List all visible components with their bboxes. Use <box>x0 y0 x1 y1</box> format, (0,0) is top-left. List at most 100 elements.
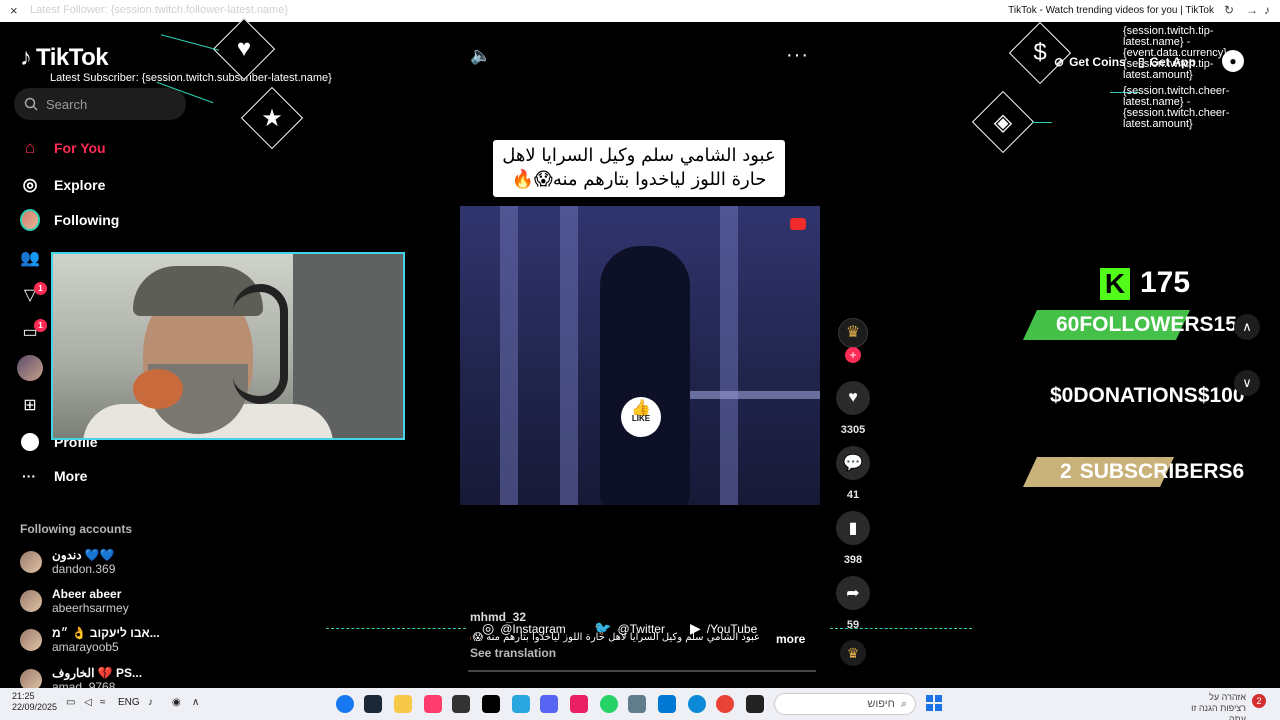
tiktok-small-icon: ♪ <box>1264 3 1270 17</box>
gem-icon: ◈ <box>993 108 1013 136</box>
following-accounts-title: Following accounts <box>20 522 133 536</box>
nav-following[interactable]: Following <box>20 209 120 231</box>
cheer-latest-overlay: {session.twitch.cheer-latest.name} - {se… <box>1123 85 1230 130</box>
search-icon <box>24 97 38 111</box>
search-icon: ⌕ <box>900 697 907 710</box>
follow-plus-icon[interactable]: + <box>845 347 861 363</box>
save-button[interactable]: ▮ <box>836 511 870 545</box>
edge-icon[interactable] <box>688 695 706 713</box>
goal-current: 2 <box>1060 460 1072 483</box>
chrome-icon[interactable] <box>716 695 734 713</box>
facebook-icon[interactable] <box>336 695 354 713</box>
chevron-up-icon[interactable]: ∧ <box>1234 314 1260 340</box>
window-title: TikTok - Watch trending videos for you |… <box>1008 5 1214 16</box>
app-icon[interactable] <box>512 695 530 713</box>
account-name: الخاروف 💔 PS... <box>52 666 143 680</box>
app-tray-icon[interactable]: ◉ <box>172 697 181 708</box>
app-icon[interactable] <box>570 695 588 713</box>
windows-start-icon[interactable] <box>926 695 942 711</box>
video-like-overlay[interactable]: 👍 LIKE <box>621 397 661 437</box>
get-coins-button[interactable]: ⊘ Get Coins <box>1054 55 1126 69</box>
nav-label: For You <box>54 140 106 156</box>
music-disc-avatar[interactable]: ♛ <box>840 640 866 666</box>
account-handle: dandon.369 <box>52 562 116 576</box>
speaker-icon[interactable]: ◁ <box>84 697 92 708</box>
activity-badge: 1 <box>34 282 47 295</box>
share-button[interactable]: ➦ <box>836 576 870 610</box>
obs-icon[interactable] <box>452 695 470 713</box>
creator-avatar[interactable]: ♛ <box>838 318 868 348</box>
kick-viewer-count: 175 <box>1140 266 1191 299</box>
see-translation-link[interactable]: See translation <box>470 646 556 660</box>
like-count: 3305 <box>840 424 866 436</box>
video-progress-bar[interactable] <box>468 670 816 672</box>
live-avatar-icon[interactable] <box>17 355 43 381</box>
nav-label: More <box>54 468 88 484</box>
forward-icon[interactable]: → <box>1246 3 1258 17</box>
logo-text: TikTok <box>36 44 109 71</box>
app-icon[interactable] <box>658 695 676 713</box>
file-explorer-icon[interactable] <box>394 695 412 713</box>
chevron-down-icon[interactable]: ∨ <box>1234 370 1260 396</box>
network-icon[interactable]: ▭ <box>66 697 75 708</box>
account-name: Abeer abeer <box>52 587 122 601</box>
subscribers-goal: 2 SUBSCRIBERS 6 <box>1023 457 1262 487</box>
taskbar-search-label: חיפוש <box>867 698 895 710</box>
taskbar-search[interactable]: חיפוש ⌕ <box>774 693 916 715</box>
account-item[interactable]: دندون 💙💙 dandon.369 <box>20 548 115 576</box>
nav-more[interactable]: ··· More <box>22 468 87 484</box>
tiktok-note-icon: ♪ <box>20 44 32 71</box>
heart-icon: ♥ <box>848 389 858 406</box>
webcam-headset <box>233 284 288 404</box>
clock-time: 21:25 <box>12 691 35 701</box>
tip-latest-overlay: {session.twitch.tip-latest.name} - {even… <box>1123 25 1227 81</box>
overlay-dash-line <box>326 628 466 630</box>
whatsapp-icon[interactable] <box>600 695 618 713</box>
close-icon[interactable]: × <box>10 3 18 18</box>
friends-icon[interactable]: 👥 <box>20 248 40 268</box>
steam-icon[interactable] <box>364 695 382 713</box>
notification-badge[interactable]: 2 <box>1252 694 1266 708</box>
video-beam <box>560 206 578 505</box>
terminal-icon[interactable] <box>746 695 764 713</box>
volume-icon[interactable]: 🔈 <box>470 46 491 66</box>
ghost-url-text: Latest Follower: {session.twitch.followe… <box>30 4 289 16</box>
avatar <box>20 551 42 573</box>
reload-icon[interactable]: ↻ <box>1224 3 1234 17</box>
app-icon[interactable] <box>424 695 442 713</box>
heart-icon: ♥ <box>236 35 252 62</box>
wifi-icon[interactable]: ≈ <box>100 697 106 708</box>
description-more-link[interactable]: more <box>776 632 805 646</box>
tiktok-taskbar-icon[interactable] <box>482 695 500 713</box>
nav-for-you[interactable]: ⌂ For You <box>20 138 106 158</box>
input-language[interactable]: ENG <box>118 697 140 708</box>
video-description: عبود الشامي سلم وكيل السرايا لاهل حارة ا… <box>470 632 760 643</box>
video-player[interactable] <box>460 206 820 505</box>
like-button[interactable]: ♥ <box>836 381 870 415</box>
overlay-line <box>160 34 220 51</box>
like-label: LIKE <box>631 414 651 423</box>
upload-icon[interactable]: ⊞ <box>20 395 40 415</box>
account-item[interactable]: Abeer abeer abeerhsarmey <box>20 587 129 615</box>
account-handle: abeerhsarmey <box>52 601 129 615</box>
video-caption: عبود الشامي سلم وكيل السرايا لاهل حارة ا… <box>493 140 785 197</box>
more-options-icon[interactable]: ··· <box>786 44 809 67</box>
profile-icon <box>20 432 40 452</box>
video-rail <box>670 391 820 399</box>
comment-button[interactable]: 💬 <box>836 446 870 480</box>
tray-chevron-icon[interactable]: ∧ <box>192 697 199 708</box>
browser-title-bar: × Latest Follower: {session.twitch.follo… <box>0 0 1280 22</box>
kick-logo-icon: K <box>1100 268 1130 300</box>
video-beam <box>500 206 518 505</box>
mic-icon[interactable]: ♪ <box>148 697 153 708</box>
nav-explore[interactable]: ◎ Explore <box>20 175 106 195</box>
calculator-icon[interactable] <box>628 695 646 713</box>
account-item[interactable]: אבו ליעקוב 👌 ״מ... amarayoob5 <box>20 626 160 654</box>
search-input[interactable]: Search <box>14 88 186 120</box>
discord-icon[interactable] <box>540 695 558 713</box>
avatar <box>20 629 42 651</box>
nav-label: Following <box>54 212 120 228</box>
star-icon: ★ <box>261 104 283 132</box>
taskbar-clock[interactable]: 21:25 22/09/2025 <box>12 691 57 713</box>
tiktok-logo[interactable]: ♪ TikTok <box>20 44 109 72</box>
